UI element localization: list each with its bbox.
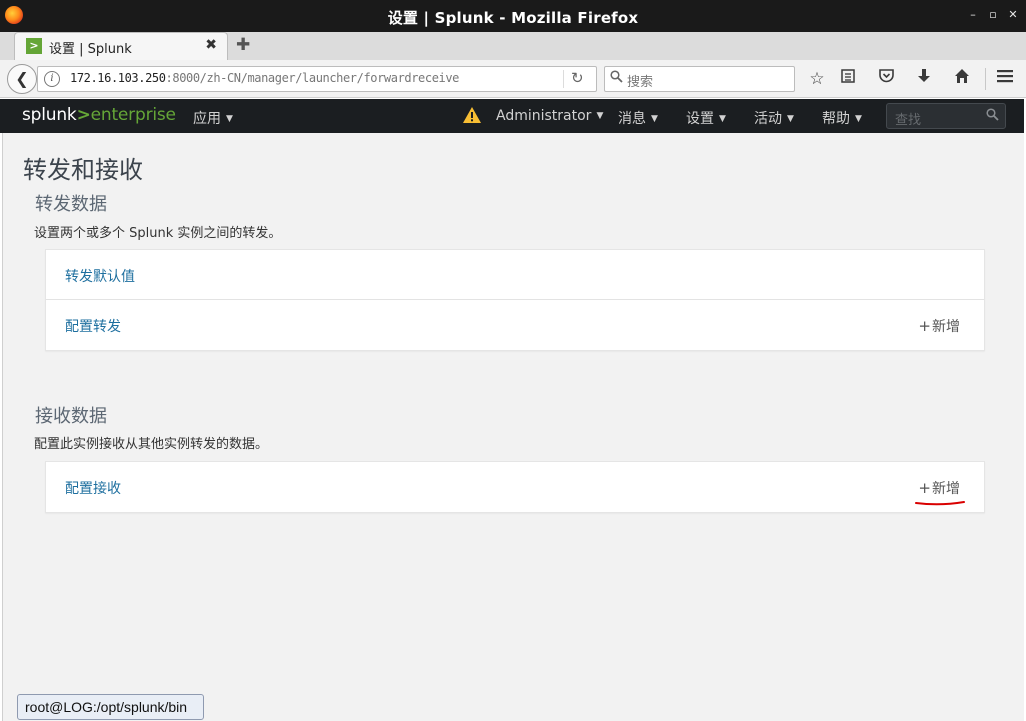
minimize-button[interactable]: – (966, 8, 980, 21)
activity-menu[interactable]: 活动 ▼ (754, 108, 794, 128)
caret-down-icon: ▼ (596, 111, 604, 121)
search-placeholder: 搜索 (627, 75, 654, 90)
reload-icon[interactable]: ↻ (571, 69, 584, 87)
home-icon[interactable] (950, 68, 974, 90)
pocket-icon[interactable] (874, 68, 898, 90)
caret-down-icon: ▼ (719, 114, 726, 124)
browser-search-input[interactable]: 搜索 (604, 66, 795, 92)
reading-list-icon[interactable] (836, 68, 860, 90)
page-title: 转发和接收 (23, 156, 143, 184)
caret-down-icon: ▼ (787, 114, 794, 124)
url-bar[interactable]: i 172.16.103.250:8000/zh-CN/manager/laun… (37, 66, 597, 92)
close-window-button[interactable]: ✕ (1006, 8, 1020, 21)
splunk-header: splunk>enterprise 应用 ▼ Administrator ▼ 消息 ▼… (0, 99, 1024, 133)
user-menu-label: Administrator (496, 108, 592, 124)
help-menu[interactable]: 帮助 ▼ (822, 108, 862, 128)
receive-card: 配置接收 +新增 (45, 461, 985, 513)
receive-section-title: 接收数据 (35, 406, 107, 427)
splunk-find-input[interactable]: 查找 (886, 103, 1006, 129)
browser-navbar: ❮ i 172.16.103.250:8000/zh-CN/manager/la… (0, 60, 1026, 98)
page-content: 转发和接收 转发数据 设置两个或多个 Splunk 实例之间的转发。 转发默认值… (2, 133, 1024, 721)
hamburger-menu-icon[interactable] (993, 68, 1017, 90)
tab-strip: > 设置 | Splunk ✖ (0, 32, 1026, 61)
logo-enterprise: enterprise (90, 105, 176, 125)
close-tab-icon[interactable]: ✖ (205, 37, 217, 53)
tab-title: 设置 | Splunk (49, 42, 132, 57)
help-menu-label: 帮助 (822, 111, 850, 127)
user-menu[interactable]: Administrator ▼ (496, 108, 603, 124)
search-icon (610, 70, 623, 87)
configure-forwarding-link[interactable]: 配置转发 (65, 316, 121, 336)
window-title: 设置 | Splunk - Mozilla Firefox (387, 9, 639, 27)
url-text[interactable]: 172.16.103.250:8000/zh-CN/manager/launch… (70, 71, 459, 85)
configure-receiving-link[interactable]: 配置接收 (65, 478, 121, 498)
plus-icon: + (918, 317, 931, 335)
maximize-button[interactable]: ▫ (986, 8, 1000, 21)
warning-icon[interactable] (462, 106, 482, 124)
url-bar-separator (563, 70, 564, 88)
new-tab-icon[interactable]: ✚ (236, 35, 250, 55)
settings-menu[interactable]: 设置 ▼ (686, 108, 726, 128)
caret-down-icon: ▼ (651, 114, 658, 124)
forward-section-desc: 设置两个或多个 Splunk 实例之间的转发。 (34, 226, 282, 241)
arrow-left-icon: ❮ (15, 69, 29, 88)
messages-menu[interactable]: 消息 ▼ (618, 108, 658, 128)
plus-icon: + (918, 479, 931, 497)
messages-menu-label: 消息 (618, 111, 646, 127)
caret-down-icon: ▼ (226, 114, 233, 124)
add-label: 新增 (932, 319, 960, 335)
url-path: :8000/zh-CN/manager/launcher/forwardrece… (165, 71, 460, 85)
forward-card: 转发默认值 配置转发 +新增 (45, 249, 985, 351)
find-placeholder: 查找 (895, 113, 922, 128)
add-receiving-button[interactable]: +新增 (918, 478, 960, 498)
logo-splunk: splunk (22, 105, 77, 125)
list-item: 配置转发 +新增 (46, 300, 984, 350)
receive-section-desc: 配置此实例接收从其他实例转发的数据。 (34, 437, 269, 452)
apps-menu-label: 应用 (193, 111, 221, 127)
list-item: 转发默认值 (46, 250, 984, 300)
caret-down-icon: ▼ (855, 114, 862, 124)
info-icon[interactable]: i (44, 71, 60, 87)
splunk-favicon-icon: > (26, 38, 42, 54)
add-label: 新增 (932, 481, 960, 497)
settings-menu-label: 设置 (686, 111, 714, 127)
list-item: 配置接收 +新增 (46, 462, 984, 512)
forward-defaults-link[interactable]: 转发默认值 (65, 266, 135, 286)
search-icon[interactable] (986, 108, 999, 125)
add-forwarding-button[interactable]: +新增 (918, 316, 960, 336)
tab-splunk-settings[interactable]: > 设置 | Splunk ✖ (14, 32, 228, 61)
forward-section-title: 转发数据 (35, 194, 107, 215)
url-host: 172.16.103.250 (70, 71, 166, 85)
terminal-taskbar-tooltip[interactable]: root@LOG:/opt/splunk/bin (17, 694, 204, 720)
bookmark-star-icon[interactable]: ☆ (805, 68, 829, 90)
download-icon[interactable] (912, 68, 936, 90)
splunk-enterprise-logo[interactable]: splunk>enterprise (22, 105, 176, 125)
annotation-underline (915, 501, 965, 506)
toolbar-divider (985, 68, 986, 90)
back-button[interactable]: ❮ (7, 64, 37, 94)
window-titlebar: 设置 | Splunk - Mozilla Firefox – ▫ ✕ (0, 0, 1026, 32)
logo-gt: > (76, 105, 91, 125)
activity-menu-label: 活动 (754, 111, 782, 127)
apps-menu[interactable]: 应用 ▼ (193, 108, 233, 128)
